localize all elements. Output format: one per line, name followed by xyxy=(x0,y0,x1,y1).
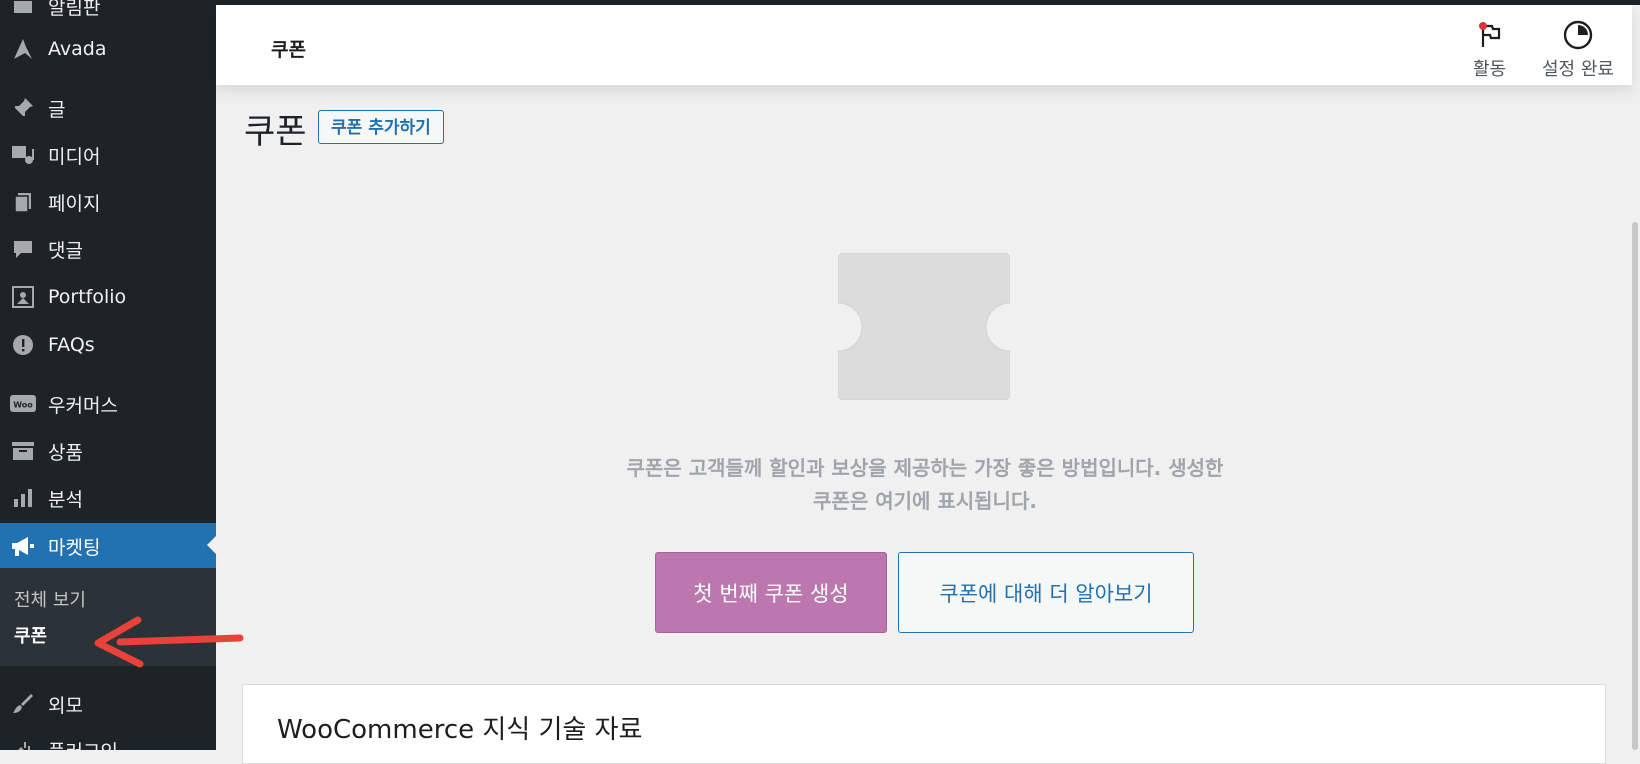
setup-complete-button[interactable]: 설정 완료 xyxy=(1542,19,1614,81)
sidebar-item-label: 우커머스 xyxy=(48,394,118,417)
sidebar-item-label: 상품 xyxy=(48,441,83,464)
coupon-ticket-icon xyxy=(838,253,1010,400)
activity-button[interactable]: 활동 xyxy=(1473,19,1506,81)
empty-message-line-1: 쿠폰은 고객들께 할인과 보상을 제공하는 가장 좋은 방법입니다. 생성한 xyxy=(626,456,1224,480)
sidebar-item-comments[interactable]: 댓글 xyxy=(0,227,216,271)
sidebar-item-label: 마켓팅 xyxy=(48,536,101,559)
progress-clock-icon xyxy=(1562,19,1594,51)
empty-message-line-2: 쿠폰은 여기에 표시됩니다. xyxy=(813,489,1037,513)
sidebar-item-label: 분석 xyxy=(48,488,83,511)
sidebar-item-label: 알림판 xyxy=(48,0,101,19)
header-title: 쿠폰 xyxy=(271,39,306,61)
sidebar-item-avada[interactable]: Avada xyxy=(0,27,216,71)
sidebar-item-label: 페이지 xyxy=(48,192,101,215)
sidebar-item-products[interactable]: 상품 xyxy=(0,429,216,473)
knowledge-base-title: WooCommerce 지식 기술 자료 xyxy=(277,715,643,745)
sidebar-item-label: 미디어 xyxy=(48,145,101,168)
submenu-item-overview[interactable]: 전체 보기 xyxy=(14,586,86,612)
woo-icon: Woo xyxy=(10,391,36,417)
flag-icon xyxy=(1474,19,1506,51)
knowledge-base-card: WooCommerce 지식 기술 자료 xyxy=(242,684,1606,764)
pin-icon xyxy=(10,95,36,121)
archive-icon xyxy=(10,438,36,464)
dashboard-icon xyxy=(10,0,36,19)
submenu-item-coupons[interactable]: 쿠폰 xyxy=(14,622,47,648)
sidebar-item-faqs[interactable]: FAQs xyxy=(0,323,216,367)
activity-label: 활동 xyxy=(1473,59,1507,80)
sidebar-item-appearance[interactable]: 외모 xyxy=(0,682,216,726)
learn-more-coupons-button[interactable]: 쿠폰에 대해 더 알아보기 xyxy=(898,552,1194,633)
create-first-coupon-button[interactable]: 첫 번째 쿠폰 생성 xyxy=(655,552,887,633)
megaphone-icon xyxy=(10,533,36,559)
comment-icon xyxy=(10,236,36,262)
sidebar-item-label: 외모 xyxy=(48,694,83,717)
annotation-arrow-icon xyxy=(94,616,244,668)
sidebar-item-label: 플러그인 xyxy=(48,737,118,751)
setup-label: 설정 완료 xyxy=(1542,59,1614,80)
portfolio-icon xyxy=(10,284,36,310)
sidebar-item-posts[interactable]: 글 xyxy=(0,86,216,130)
svg-text:Woo: Woo xyxy=(13,401,33,410)
woo-header: 쿠폰 활동 설정 완료 xyxy=(216,5,1632,85)
sidebar-item-label: Portfolio xyxy=(48,286,127,308)
sidebar-item-label: 글 xyxy=(48,98,66,121)
notification-dot xyxy=(1478,22,1487,30)
page-scrollbar[interactable] xyxy=(1632,222,1638,750)
sidebar-item-portfolio[interactable]: Portfolio xyxy=(0,275,216,319)
sidebar-item-media[interactable]: 미디어 xyxy=(0,133,216,177)
info-icon xyxy=(10,332,36,358)
sidebar-item-label: Avada xyxy=(48,38,107,60)
sidebar-item-pages[interactable]: 페이지 xyxy=(0,180,216,224)
sidebar-item-label: 댓글 xyxy=(48,239,83,262)
chart-bar-icon xyxy=(10,485,36,511)
sidebar-item-plugins[interactable]: 플러그인 xyxy=(0,728,216,750)
sidebar-item-analytics[interactable]: 분석 xyxy=(0,476,216,520)
media-icon xyxy=(10,142,36,168)
active-indicator xyxy=(207,536,216,554)
pages-icon xyxy=(10,189,36,215)
plugin-icon xyxy=(10,737,36,750)
empty-state-message: 쿠폰은 고객들께 할인과 보상을 제공하는 가장 좋은 방법입니다. 생성한 쿠… xyxy=(540,452,1310,518)
avada-icon xyxy=(10,36,36,62)
sidebar-item-dashboard[interactable]: 알림판 xyxy=(0,0,216,28)
sidebar-item-label: FAQs xyxy=(48,334,95,356)
sidebar-item-marketing[interactable]: 마켓팅 xyxy=(0,523,216,569)
brush-icon xyxy=(10,691,36,717)
sidebar-item-woocommerce[interactable]: Woo 우커머스 xyxy=(0,382,216,426)
page-title: 쿠폰 xyxy=(244,112,307,152)
add-coupon-button[interactable]: 쿠폰 추가하기 xyxy=(318,110,444,144)
